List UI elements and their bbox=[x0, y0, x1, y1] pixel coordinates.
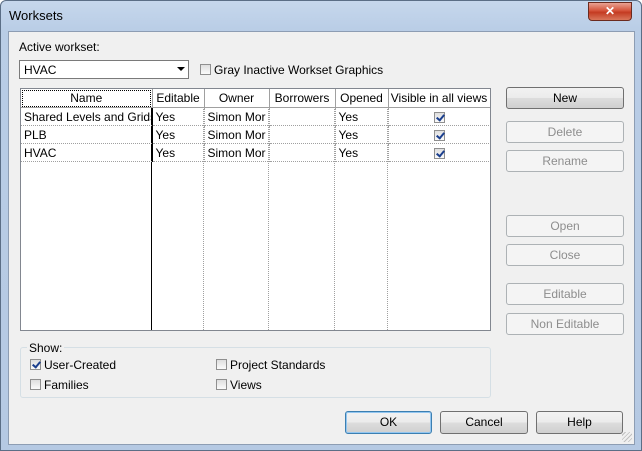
families-label: Families bbox=[44, 378, 89, 392]
gray-inactive-checkbox[interactable] bbox=[200, 64, 211, 75]
families-checkbox[interactable] bbox=[30, 379, 41, 390]
opened-cell[interactable]: Yes bbox=[335, 125, 389, 144]
owner-cell[interactable]: Simon Mor bbox=[204, 143, 270, 162]
project-standards-checkbox[interactable] bbox=[216, 359, 227, 370]
close-window-button[interactable]: ✕ bbox=[588, 2, 632, 21]
close-icon: ✕ bbox=[604, 4, 616, 18]
editable-button[interactable]: Editable bbox=[506, 283, 624, 305]
cancel-button[interactable]: Cancel bbox=[440, 411, 528, 434]
worksets-dialog: Worksets ✕ Active workset: HVAC Gray Ina… bbox=[0, 0, 642, 451]
opened-cell[interactable]: Yes bbox=[335, 107, 389, 126]
views-checkbox[interactable] bbox=[216, 379, 227, 390]
borrowers-cell[interactable] bbox=[269, 125, 336, 144]
non-editable-button[interactable]: Non Editable bbox=[506, 313, 624, 335]
dialog-body: Active workset: HVAC Gray Inactive Works… bbox=[8, 31, 635, 445]
workset-name-cell[interactable]: PLB bbox=[21, 125, 153, 144]
table-row[interactable]: PLB Yes Simon Mor Yes bbox=[21, 125, 490, 144]
table-row[interactable]: HVAC Yes Simon Mor Yes bbox=[21, 143, 490, 162]
borrowers-cell[interactable] bbox=[269, 107, 336, 126]
rename-button[interactable]: Rename bbox=[506, 150, 624, 172]
visible-cell bbox=[388, 107, 490, 126]
resize-grip-icon[interactable] bbox=[622, 432, 632, 442]
opened-cell[interactable]: Yes bbox=[335, 143, 389, 162]
column-header-owner[interactable]: Owner bbox=[204, 89, 270, 108]
active-workset-value: HVAC bbox=[24, 63, 57, 77]
owner-cell[interactable]: Simon Mor bbox=[204, 125, 270, 144]
user-created-label: User-Created bbox=[44, 358, 117, 372]
worksets-table: Name Editable Owner Borrowers Opened Vis… bbox=[20, 88, 491, 331]
column-header-opened[interactable]: Opened bbox=[335, 89, 389, 108]
visible-checkbox[interactable] bbox=[433, 129, 445, 141]
workset-name-cell[interactable]: HVAC bbox=[21, 143, 153, 162]
views-label: Views bbox=[230, 378, 262, 392]
active-workset-label: Active workset: bbox=[19, 40, 100, 54]
column-header-editable[interactable]: Editable bbox=[152, 89, 205, 108]
table-row[interactable]: Shared Levels and Grids Yes Simon Mor Ye… bbox=[21, 107, 490, 126]
visible-checkbox[interactable] bbox=[433, 147, 445, 159]
column-header-borrowers[interactable]: Borrowers bbox=[269, 89, 336, 108]
delete-button[interactable]: Delete bbox=[506, 121, 624, 143]
table-header-row: Name Editable Owner Borrowers Opened Vis… bbox=[21, 89, 490, 108]
visible-checkbox[interactable] bbox=[433, 111, 445, 123]
active-workset-dropdown[interactable]: HVAC bbox=[19, 60, 189, 79]
project-standards-label: Project Standards bbox=[230, 358, 326, 372]
column-header-name[interactable]: Name bbox=[21, 89, 153, 108]
help-button[interactable]: Help bbox=[536, 411, 623, 434]
owner-cell[interactable]: Simon Mor bbox=[204, 107, 270, 126]
close-button[interactable]: Close bbox=[506, 244, 624, 266]
column-header-visible[interactable]: Visible in all views bbox=[388, 89, 490, 108]
workset-name-cell[interactable]: Shared Levels and Grids bbox=[21, 107, 153, 126]
editable-cell[interactable]: Yes bbox=[152, 107, 205, 126]
ok-button[interactable]: OK bbox=[345, 411, 432, 434]
new-button[interactable]: New bbox=[506, 87, 624, 109]
window-title: Worksets bbox=[9, 8, 63, 23]
open-button[interactable]: Open bbox=[506, 215, 624, 237]
visible-cell bbox=[388, 125, 490, 144]
show-label: Show: bbox=[27, 341, 65, 355]
borrowers-cell[interactable] bbox=[269, 143, 336, 162]
editable-cell[interactable]: Yes bbox=[152, 125, 205, 144]
chevron-down-icon bbox=[177, 67, 185, 71]
title-bar[interactable]: Worksets ✕ bbox=[1, 1, 641, 31]
gray-inactive-label: Gray Inactive Workset Graphics bbox=[214, 63, 384, 77]
editable-cell[interactable]: Yes bbox=[152, 143, 205, 162]
visible-cell bbox=[388, 143, 490, 162]
user-created-checkbox[interactable] bbox=[30, 359, 41, 370]
